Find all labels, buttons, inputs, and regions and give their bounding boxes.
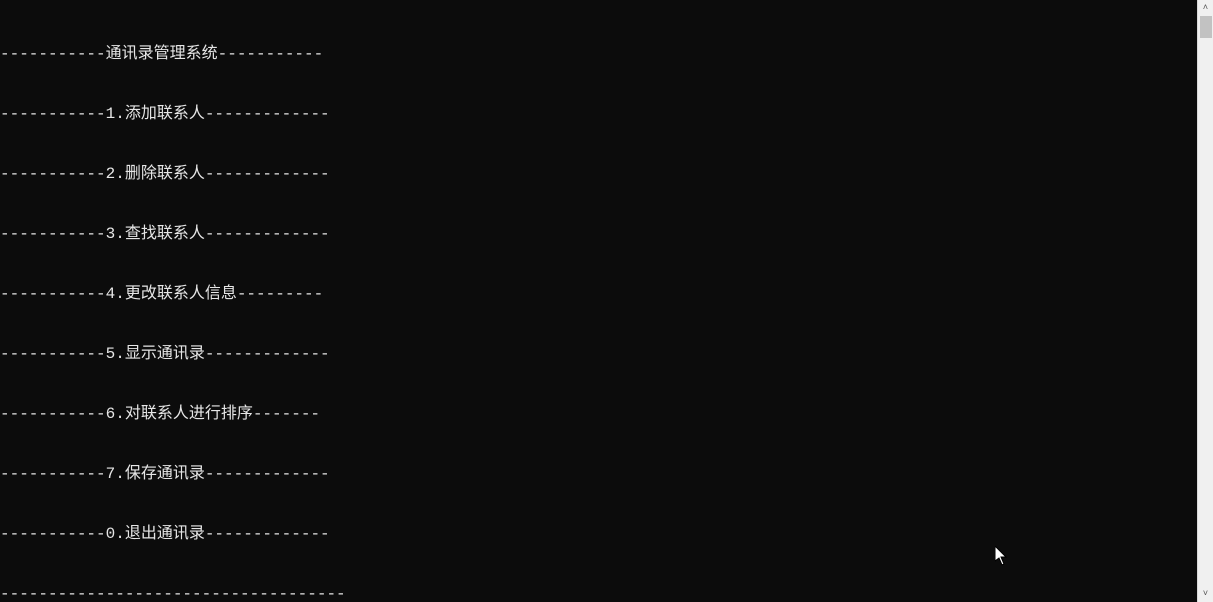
menu-header: -----------通讯录管理系统-----------	[0, 44, 1197, 64]
menu-item-7: -----------7.保存通讯录-------------	[0, 464, 1197, 484]
chevron-up-icon: ˄	[1203, 3, 1208, 13]
scroll-down-button[interactable]: ˅	[1198, 586, 1213, 602]
menu-item-0: -----------0.退出通讯录-------------	[0, 524, 1197, 544]
chevron-down-icon: ˅	[1203, 589, 1208, 599]
menu-item-5: -----------5.显示通讯录-------------	[0, 344, 1197, 364]
scroll-up-button[interactable]: ˄	[1198, 0, 1213, 16]
menu-item-3: -----------3.查找联系人-------------	[0, 224, 1197, 244]
menu-item-1: -----------1.添加联系人-------------	[0, 104, 1197, 124]
console-output: -----------通讯录管理系统----------- ----------…	[0, 0, 1197, 602]
menu-item-4: -----------4.更改联系人信息---------	[0, 284, 1197, 304]
menu-item-2: -----------2.删除联系人-------------	[0, 164, 1197, 184]
vertical-scrollbar[interactable]: ˄ ˅	[1197, 0, 1213, 602]
scroll-track[interactable]	[1198, 16, 1213, 586]
scroll-thumb[interactable]	[1200, 16, 1212, 38]
menu-item-6: -----------6.对联系人进行排序-------	[0, 404, 1197, 424]
menu-footer: ------------------------------------	[0, 584, 1197, 602]
app-window: -----------通讯录管理系统----------- ----------…	[0, 0, 1213, 602]
